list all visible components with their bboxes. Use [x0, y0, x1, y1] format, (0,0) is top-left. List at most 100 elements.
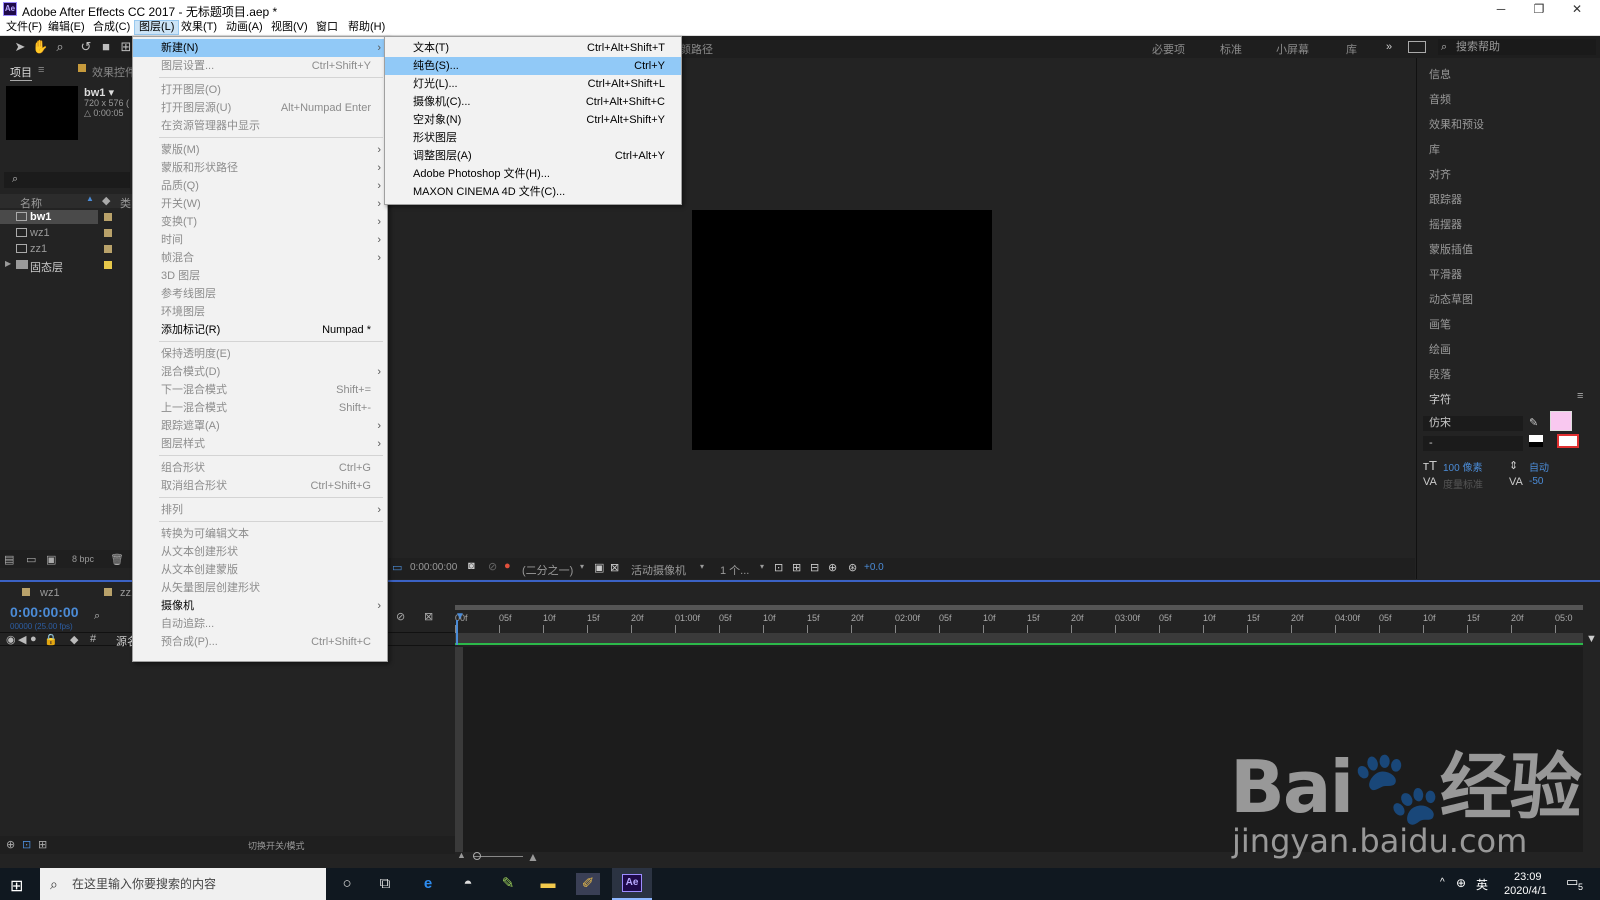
stroke-color-swatch[interactable] — [1557, 434, 1579, 448]
toggle-switches-modes[interactable]: 切换开关/模式 — [248, 839, 305, 852]
flowchart-icon[interactable]: ⊕ — [828, 561, 837, 574]
taskbar-search-input[interactable]: ⌕ 在这里输入你要搜索的内容 — [40, 868, 326, 900]
cortana-icon[interactable]: ○ — [335, 873, 359, 895]
panel-character[interactable]: 字符 — [1429, 391, 1451, 407]
kerning-value[interactable]: 度量标准 — [1443, 476, 1483, 491]
close-button[interactable]: ✕ — [1554, 0, 1600, 19]
ime-indicator[interactable]: 英 — [1476, 876, 1488, 893]
new-submenu-item[interactable]: 摄像机(C)... Ctrl+Alt+Shift+C — [385, 93, 681, 111]
workspace-standard[interactable]: 标准 — [1220, 41, 1242, 57]
workspace-menu-icon[interactable] — [1408, 41, 1426, 53]
audio-icon[interactable]: ◀ — [18, 633, 26, 646]
timeline-timecode[interactable]: 0:00:00:00 — [10, 604, 79, 620]
panel-wiggler[interactable]: 摇摆器 — [1429, 216, 1462, 232]
show-snapshot-icon[interactable]: ⊘ — [488, 560, 497, 573]
fill-color-swatch[interactable] — [1550, 411, 1572, 431]
chevron-down-icon[interactable]: ▾ — [580, 562, 584, 571]
column-name[interactable]: 名称 — [20, 195, 42, 211]
menu-edit[interactable]: 编辑(E) — [44, 20, 89, 35]
scroll-handle-icon[interactable]: ▼ — [1586, 633, 1597, 645]
resolution-dropdown[interactable]: (二分之一) — [522, 562, 573, 578]
search-help-input[interactable]: ⌕ 搜索帮助 — [1438, 39, 1596, 55]
project-menu-icon[interactable]: ≡ — [38, 64, 44, 76]
new-submenu-item[interactable]: Adobe Photoshop 文件(H)... — [385, 165, 681, 183]
layer-menu-item[interactable]: 新建(N) › — [133, 39, 387, 57]
taskbar-date[interactable]: 2020/4/1 — [1504, 885, 1547, 897]
hand-tool-icon[interactable]: ✋ — [32, 39, 48, 55]
new-composition-icon[interactable]: ▣ — [46, 553, 56, 566]
region-icon[interactable]: ▭ — [392, 561, 402, 574]
bpc-label[interactable]: 8 bpc — [72, 554, 94, 564]
camera-dropdown[interactable]: 活动摄像机 — [631, 562, 686, 578]
new-submenu-item[interactable]: 纯色(S)... Ctrl+Y — [385, 57, 681, 75]
workspace-libraries[interactable]: 库 — [1346, 41, 1357, 57]
layer-switches-icon[interactable]: ⊡ — [22, 838, 31, 851]
draw-app-icon[interactable]: ✐ — [576, 873, 600, 895]
panel-info[interactable]: 信息 — [1429, 66, 1451, 82]
reset-exposure-icon[interactable]: ⊛ — [848, 561, 857, 574]
tab-effect-controls[interactable]: 效果控件 — [92, 64, 136, 80]
menu-composition[interactable]: 合成(C) — [89, 20, 134, 35]
edge-browser-icon[interactable]: e — [416, 873, 440, 895]
timeline-icon[interactable]: ⊟ — [810, 561, 819, 574]
exposure-value[interactable]: +0.0 — [864, 562, 884, 573]
menu-effect[interactable]: 效果(T) — [177, 20, 221, 35]
panel-paragraph[interactable]: 段落 — [1429, 366, 1451, 382]
zoom-out-icon[interactable]: ▲ — [457, 850, 466, 860]
layer-track[interactable] — [455, 633, 1583, 645]
windows-start-icon[interactable]: ⊞ — [10, 876, 23, 896]
new-submenu-item[interactable]: 空对象(N) Ctrl+Alt+Shift+Y — [385, 111, 681, 129]
timeline-scrollbar[interactable]: ▼ — [1583, 633, 1600, 857]
viewer-timecode[interactable]: 0:00:00:00 — [410, 562, 457, 573]
panel-libraries[interactable]: 库 — [1429, 141, 1440, 157]
tracking-value[interactable]: -50 — [1529, 476, 1543, 487]
label-color-swatch[interactable] — [104, 229, 112, 237]
more-workspaces-icon[interactable]: » — [1386, 41, 1392, 53]
paint-app-icon[interactable]: ✎ — [496, 873, 520, 895]
layer-menu-item[interactable]: 摄像机 › — [133, 597, 387, 615]
panel-brushes[interactable]: 画笔 — [1429, 316, 1451, 332]
draft-3d-icon[interactable]: ⊘ — [396, 610, 405, 623]
lock-icon[interactable]: 🔒 — [44, 633, 58, 646]
color-channels-icon[interactable]: ● — [504, 560, 511, 572]
tab-project[interactable]: 项目 — [10, 64, 32, 81]
workspace-essentials[interactable]: 必要项 — [1152, 41, 1185, 57]
new-submenu-item[interactable]: 文本(T) Ctrl+Alt+Shift+T — [385, 39, 681, 57]
selection-tool-icon[interactable]: ➤ — [12, 39, 28, 55]
panel-smoother[interactable]: 平滑器 — [1429, 266, 1462, 282]
time-ruler[interactable]: 00f 05f 10f 15f 20f 01:00f 05f 10f 15f 20f 02:00f 0… — [455, 605, 1583, 633]
roi-icon[interactable]: ▣ — [594, 561, 604, 574]
show-hidden-icons-icon[interactable]: ^ — [1440, 877, 1445, 888]
menu-animation[interactable]: 动画(A) — [222, 20, 267, 35]
zoom-in-icon[interactable]: ▲ — [527, 850, 539, 864]
label-color-swatch[interactable] — [104, 261, 112, 269]
new-folder-icon[interactable]: ▭ — [26, 553, 36, 566]
menu-window[interactable]: 窗口 — [312, 20, 342, 35]
project-item-zz1[interactable]: zz1 — [0, 242, 98, 256]
panel-align[interactable]: 对齐 — [1429, 166, 1451, 182]
chevron-down-icon[interactable]: ▾ — [760, 562, 764, 571]
views-dropdown[interactable]: 1 个... — [720, 562, 749, 578]
new-submenu-item[interactable]: 灯光(L)... Ctrl+Alt+Shift+L — [385, 75, 681, 93]
menu-view[interactable]: 视图(V) — [267, 20, 312, 35]
snapshot-icon[interactable]: ◙ — [468, 560, 475, 572]
transparency-grid-icon[interactable]: ⊠ — [610, 561, 619, 574]
font-style-dropdown[interactable]: - — [1423, 436, 1523, 451]
comp-flow-icon[interactable]: ⊕ — [6, 838, 15, 851]
modes-icon[interactable]: ⊞ — [38, 838, 47, 851]
eye-icon[interactable]: ◉ — [6, 633, 16, 646]
column-type[interactable]: 类 — [120, 195, 131, 211]
notification-center-icon[interactable]: ▭ 5 — [1566, 874, 1588, 894]
menu-layer[interactable]: 图层(L) — [134, 20, 180, 35]
new-submenu-item[interactable]: 形状图层 — [385, 129, 681, 147]
network-icon[interactable]: ⊕ — [1456, 876, 1466, 890]
project-item-wz1[interactable]: wz1 — [0, 226, 98, 240]
label-color-swatch[interactable] — [104, 213, 112, 221]
playhead-line[interactable] — [456, 620, 458, 645]
fast-previews-icon[interactable]: ⊞ — [792, 561, 801, 574]
expand-arrow-icon[interactable]: ▶ — [5, 259, 11, 268]
layer-menu-item[interactable]: 添加标记(R) Numpad * — [133, 321, 387, 339]
graph-editor-icon[interactable]: ⊠ — [424, 610, 433, 623]
rotate-tool-icon[interactable]: ↺ — [78, 39, 94, 55]
file-explorer-icon[interactable]: ▬ — [536, 873, 560, 895]
